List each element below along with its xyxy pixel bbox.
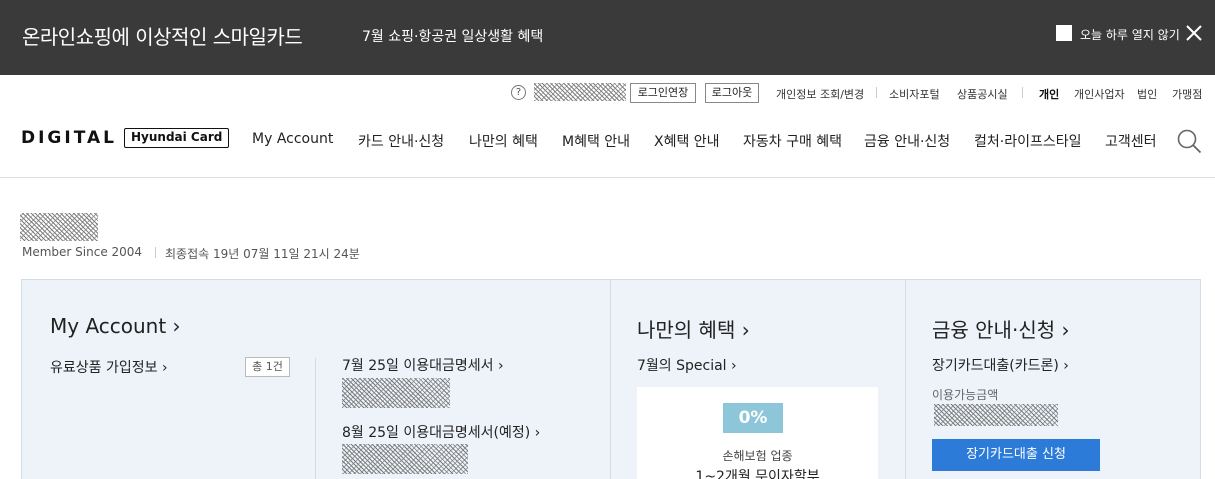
- available-amount-redacted: [934, 404, 1058, 426]
- nav-my-account[interactable]: My Account: [252, 131, 333, 147]
- util-link-product-disclosure[interactable]: 상품공시실: [957, 86, 1008, 102]
- main-nav: DIGITAL Hyundai Card My Account 카드 안내·신청…: [0, 118, 1215, 178]
- login-extend-button[interactable]: 로그인연장: [630, 83, 696, 103]
- last-login: 최종접속 19년 07월 11일 21시 24분: [165, 247, 360, 261]
- special-category: 손해보험 업종: [722, 449, 793, 463]
- statement-july-link[interactable]: 7월 25일 이용대금명세서 ›: [342, 355, 504, 375]
- utility-bar: ? 로그인연장 로그아웃 개인정보 조회/변경 소비자포털 상품공시실 개인 개…: [0, 83, 1215, 103]
- member-since: Member Since 2004: [22, 245, 143, 259]
- user-name-redacted: [534, 83, 626, 101]
- util-link-corporate[interactable]: 법인: [1137, 86, 1157, 102]
- member-separator: [155, 247, 156, 258]
- card-loan-link[interactable]: 장기카드대출(카드론) ›: [932, 355, 1069, 375]
- search-icon[interactable]: [1176, 128, 1202, 154]
- util-link-sole-proprietor[interactable]: 개인사업자: [1074, 86, 1125, 102]
- monthly-special-link[interactable]: 7월의 Special ›: [637, 355, 737, 375]
- logo-digital[interactable]: DIGITAL: [21, 128, 117, 148]
- util-separator: [876, 87, 877, 98]
- util-link-privacy[interactable]: 개인정보 조회/변경: [776, 86, 864, 102]
- my-benefits-title[interactable]: 나만의 혜택 ›: [637, 314, 750, 343]
- special-card[interactable]: 0% 손해보험 업종 1~2개월 무이자할부: [637, 387, 878, 479]
- nav-my-benefits[interactable]: 나만의 혜택: [469, 131, 538, 151]
- percent-badge: 0%: [723, 403, 783, 433]
- util-separator: [1022, 87, 1023, 98]
- nav-finance[interactable]: 금융 안내·신청: [864, 131, 950, 151]
- paid-products-link[interactable]: 유료상품 가입정보 ›: [50, 357, 168, 377]
- nav-card-info[interactable]: 카드 안내·신청: [358, 131, 444, 151]
- member-name-redacted: [20, 213, 98, 241]
- logout-button[interactable]: 로그아웃: [705, 83, 759, 103]
- util-link-merchant[interactable]: 가맹점: [1172, 86, 1202, 102]
- logo-hyundai-card[interactable]: Hyundai Card: [124, 128, 230, 148]
- my-account-title[interactable]: My Account ›: [50, 314, 181, 338]
- inner-divider: [315, 358, 316, 479]
- available-amount-label: 이용가능금액: [932, 388, 999, 402]
- close-icon[interactable]: [1184, 23, 1204, 43]
- promo-title[interactable]: 온라인쇼핑에 이상적인 스마일카드: [22, 21, 303, 50]
- card-loan-apply-button[interactable]: 장기카드대출 신청: [932, 439, 1100, 471]
- special-installment: 1~2개월 무이자할부: [695, 469, 820, 479]
- promo-subtitle[interactable]: 7월 쇼핑·항공권 일상생활 혜택: [362, 26, 543, 46]
- nav-customer-center[interactable]: 고객센터: [1105, 131, 1157, 151]
- nav-car-purchase[interactable]: 자동차 구매 혜택: [743, 131, 842, 151]
- nav-x-benefits[interactable]: X혜택 안내: [654, 131, 720, 151]
- dashboard-panel: My Account › 유료상품 가입정보 › 총 1건 7월 25일 이용대…: [21, 279, 1201, 479]
- statement-august-amount-redacted: [342, 444, 468, 474]
- util-link-consumer-portal[interactable]: 소비자포털: [889, 86, 940, 102]
- column-divider: [610, 280, 611, 479]
- column-divider: [905, 280, 906, 479]
- statement-july-amount-redacted: [342, 378, 450, 408]
- util-link-personal[interactable]: 개인: [1039, 86, 1059, 102]
- hide-today-label[interactable]: 오늘 하루 열지 않기: [1080, 26, 1180, 43]
- help-icon[interactable]: ?: [511, 85, 526, 100]
- statement-august-link[interactable]: 8월 25일 이용대금명세서(예정) ›: [342, 422, 540, 442]
- nav-culture[interactable]: 컬처·라이프스타일: [974, 131, 1082, 151]
- nav-m-benefits[interactable]: M혜택 안내: [562, 131, 630, 151]
- finance-title[interactable]: 금융 안내·신청 ›: [932, 314, 1069, 343]
- promo-banner: 온라인쇼핑에 이상적인 스마일카드 7월 쇼핑·항공권 일상생활 혜택 오늘 하…: [0, 0, 1215, 75]
- count-badge: 총 1건: [245, 357, 290, 377]
- hide-today-checkbox[interactable]: [1056, 25, 1072, 41]
